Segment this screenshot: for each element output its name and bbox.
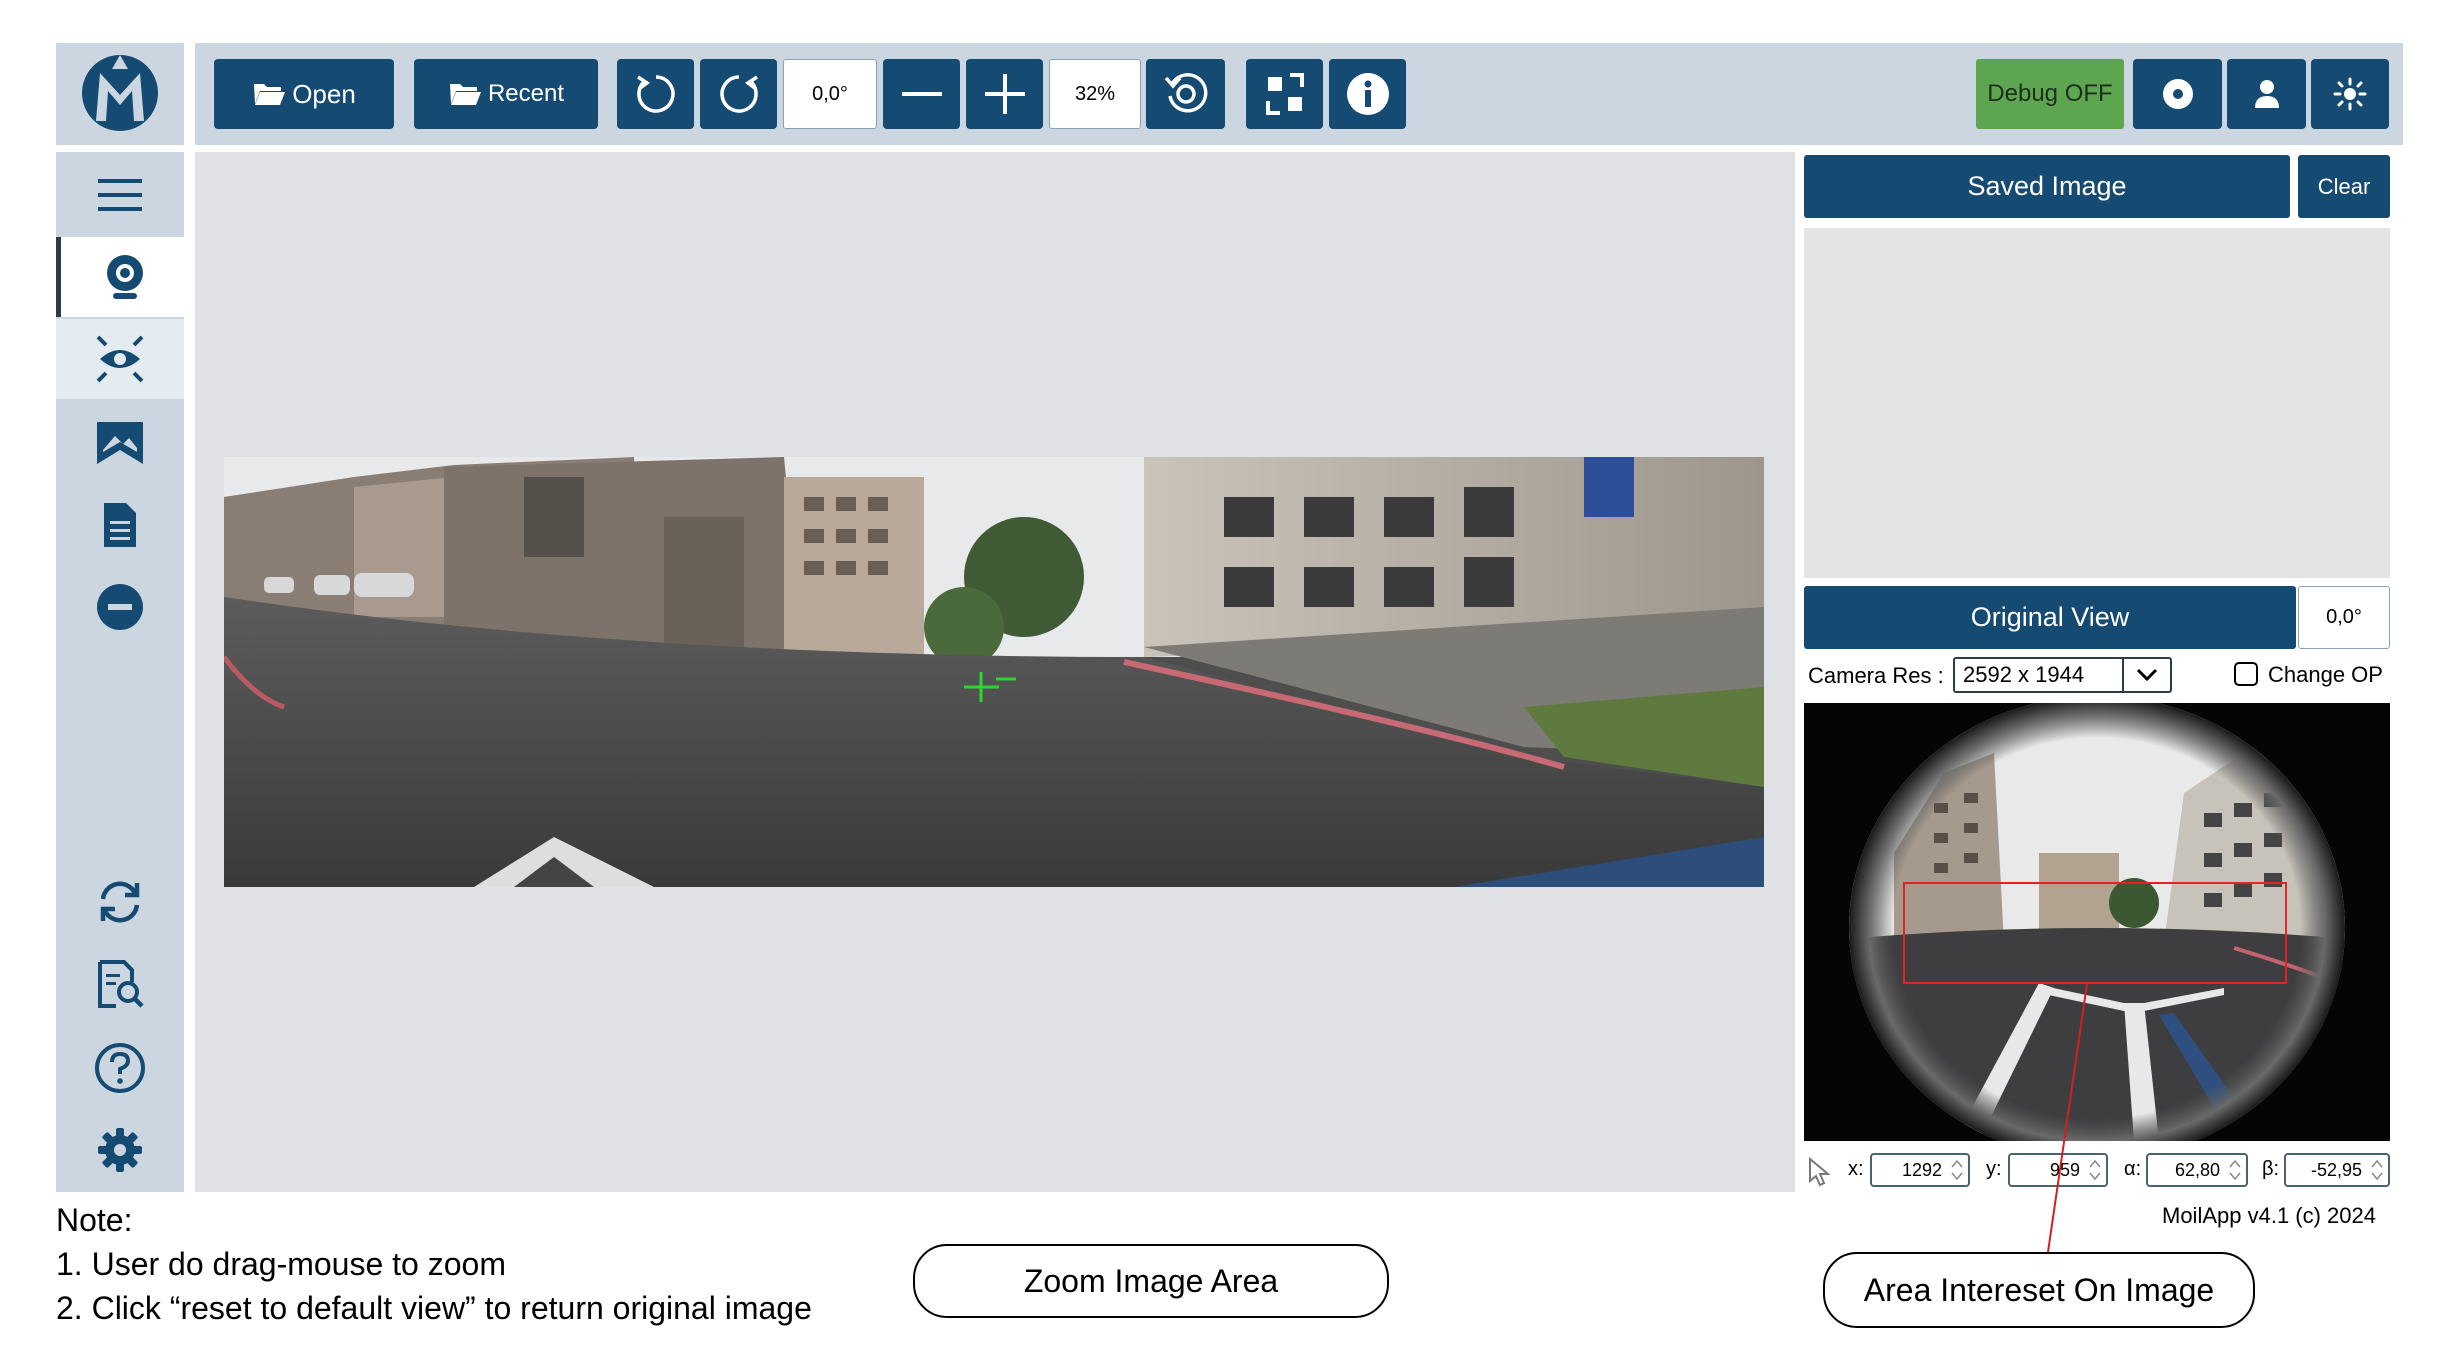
moil-logo-icon [82,55,158,131]
rotate-left-icon [636,75,675,113]
spinner-icon[interactable] [2227,1158,2243,1182]
help-icon [95,1043,145,1093]
refresh-icon [100,881,140,923]
alpha-value: 62,80 [2174,1159,2220,1180]
cursor-icon [1809,1157,1830,1187]
rotate-left-button[interactable] [617,59,694,129]
sidebar-item-refresh[interactable] [56,862,184,942]
webcam-icon [107,255,143,299]
sidebar-item-minus[interactable] [56,567,184,647]
user-button[interactable] [2227,59,2306,129]
rotate-right-button[interactable] [700,59,777,129]
user-icon [2254,80,2279,108]
change-op-checkbox[interactable] [2234,662,2258,686]
x-label: x: [1848,1158,1864,1180]
original-view-header: Original View [1804,586,2296,649]
beta-input[interactable]: -52,95 [2284,1153,2390,1187]
reset-view-button[interactable] [1146,59,1225,129]
anypoint-icon [96,335,144,383]
anypoint-button[interactable] [1246,59,1323,129]
change-op-label: Change OP [2268,662,2383,687]
sidebar-item-document[interactable] [56,485,184,565]
spinner-icon[interactable] [2369,1158,2385,1182]
beta-value: -52,95 [2310,1159,2362,1180]
sidebar-item-panorama[interactable] [56,403,184,483]
note-line-1: 1. User do drag-mouse to zoom [56,1246,506,1282]
info-icon [1346,73,1389,115]
sidebar-item-search-doc[interactable] [56,945,184,1025]
note-title: Note: [56,1202,133,1238]
recent-button[interactable]: Recent [414,59,598,129]
sun-icon [2333,77,2367,111]
area-interest-callout: Area Intereset On Image [1823,1252,2255,1328]
minus-circle-icon [97,584,143,630]
search-document-icon [98,960,144,1008]
record-icon [2162,79,2193,109]
reset-view-icon [1164,73,1207,113]
beta-label: β: [2262,1158,2280,1180]
note-line-2: 2. Click “reset to default view” to retu… [56,1290,812,1326]
minus-icon [901,92,942,96]
panorama-icon [97,422,143,464]
alpha-label: α: [2124,1158,2142,1180]
sidebar-item-help[interactable] [56,1028,184,1108]
record-button[interactable] [2133,59,2222,129]
document-icon [104,503,136,547]
plus-icon [984,74,1025,114]
theme-button[interactable] [2311,59,2389,129]
original-rotation-value[interactable]: 0,0° [2298,586,2390,649]
camera-res-label: Camera Res : [1808,663,1944,688]
folder-open-icon [254,84,286,105]
saved-image-area [1804,228,2390,578]
expand-arrows-icon [1265,73,1304,115]
sidebar-item-camera[interactable] [56,237,189,317]
zoom-area-callout: Zoom Image Area [913,1244,1389,1318]
spinner-icon[interactable] [1949,1158,1965,1182]
street-scene [224,457,1764,887]
recent-label: Recent [487,80,565,107]
version-label: MoilApp v4.1 (c) 2024 [2162,1203,2376,1228]
alpha-input[interactable]: 62,80 [2146,1153,2248,1187]
info-button[interactable] [1329,59,1406,129]
x-input[interactable]: 1292 [1870,1153,1970,1187]
zoom-out-button[interactable] [883,59,960,129]
open-label: Open [292,78,356,109]
sidebar-item-settings[interactable] [56,1110,184,1190]
panorama-image[interactable] [224,457,1764,887]
open-button[interactable]: Open [214,59,394,129]
zoom-in-button[interactable] [966,59,1043,129]
chevron-down-icon [2122,659,2170,691]
debug-toggle-button[interactable]: Debug OFF [1976,59,2124,129]
sidebar-item-menu[interactable] [56,155,184,235]
zoom-value[interactable]: 32% [1049,59,1141,129]
saved-image-header: Saved Image [1804,155,2290,218]
y-label: y: [1986,1158,2002,1180]
clear-button[interactable]: Clear [2298,155,2390,218]
callout-connector [2047,983,2088,1253]
camera-res-value: 2592 x 1944 [1963,662,2085,687]
menu-icon [98,179,142,211]
sidebar-item-anypoint[interactable] [56,319,184,399]
folder-open-icon [449,84,481,105]
logo-box [56,43,184,145]
rotation-value[interactable]: 0,0° [783,59,877,129]
settings-icon [98,1128,142,1172]
camera-res-select[interactable]: 2592 x 1944 [1953,657,2172,693]
rotate-right-icon [719,75,758,113]
x-value: 1292 [1901,1159,1942,1180]
